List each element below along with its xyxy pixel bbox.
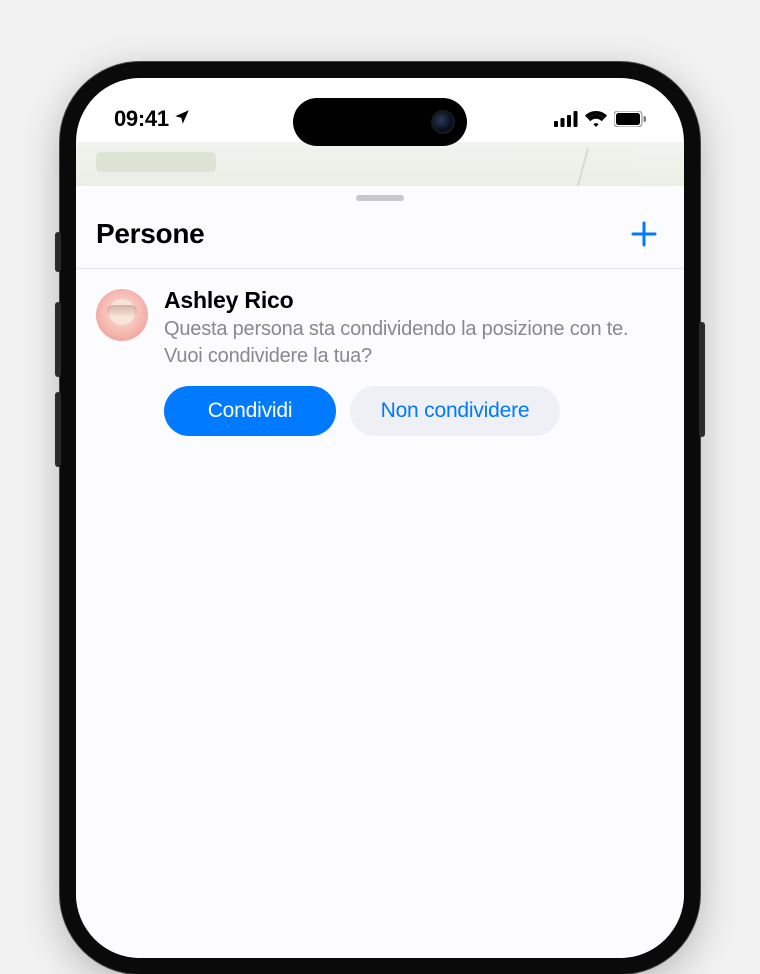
cellular-signal-icon: [554, 111, 578, 127]
phone-screen: 09:41: [76, 78, 684, 958]
person-content: Ashley Rico Questa persona sta condivide…: [164, 287, 664, 436]
map-background[interactable]: [76, 142, 684, 186]
status-bar-right: [554, 111, 646, 127]
side-button-silent: [55, 232, 61, 272]
status-bar-left: 09:41: [114, 106, 191, 132]
plus-icon: [629, 219, 659, 249]
person-row[interactable]: Ashley Rico Questa persona sta condivide…: [76, 269, 684, 456]
side-button-volume-down: [55, 392, 61, 467]
person-name: Ashley Rico: [164, 287, 664, 314]
status-time: 09:41: [114, 106, 169, 132]
add-person-button[interactable]: [624, 214, 664, 254]
dont-share-button[interactable]: Non condivide­re: [350, 386, 560, 436]
side-button-power: [699, 322, 705, 437]
dynamic-island: [293, 98, 467, 146]
wifi-icon: [585, 111, 607, 127]
side-button-volume-up: [55, 302, 61, 377]
sheet-title: Persone: [96, 218, 204, 250]
battery-icon: [614, 111, 646, 127]
share-button[interactable]: Condividi: [164, 386, 336, 436]
share-button-row: Condividi Non condivide­re: [164, 386, 664, 436]
people-sheet: Persone Ashley Rico Questa persona sta c…: [76, 186, 684, 958]
phone-frame: 09:41: [60, 62, 700, 974]
location-services-icon: [173, 106, 191, 132]
person-message: Questa persona sta condividendo la posiz…: [164, 316, 664, 370]
avatar: [96, 289, 148, 341]
front-camera-icon: [433, 112, 453, 132]
sheet-grabber[interactable]: [356, 195, 404, 201]
